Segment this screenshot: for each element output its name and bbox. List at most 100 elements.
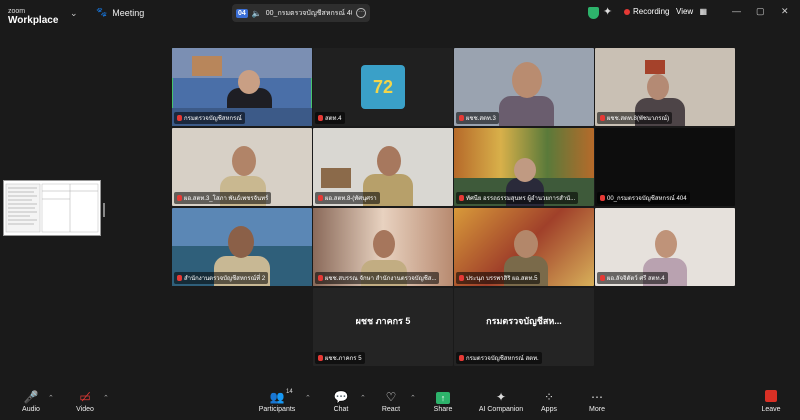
more-button[interactable]: ⋯ More bbox=[572, 390, 622, 413]
muted-mic-icon bbox=[318, 195, 323, 201]
video-tile[interactable]: 00_กรมตรวจบัญชีสหกรณ์ 404 bbox=[595, 128, 735, 206]
muted-mic-icon bbox=[177, 275, 182, 281]
participant-name: กรมตรวจบัญชีสหกรณ์ bbox=[174, 112, 245, 124]
react-label: React bbox=[381, 406, 401, 413]
participants-options-chevron-icon[interactable]: ⌃ bbox=[305, 394, 311, 402]
share-screen-icon: ↑ bbox=[436, 392, 450, 404]
participant-name: ผชช.สบรรณ จักษา สำนักงานตรวจบัญชีส... bbox=[315, 272, 440, 284]
apps-label: Apps bbox=[541, 406, 557, 413]
participant-name: ทัศนีย อรรถธรรมสุนทร ผู้อำนวยการสำนั... bbox=[456, 192, 579, 204]
video-tile-camera-off[interactable]: ผชช ภาคกร 5 ผชช.ภาคกร 5 bbox=[313, 288, 453, 366]
share-button[interactable]: ↑ Share bbox=[418, 390, 468, 413]
close-icon[interactable]: ✕ bbox=[781, 6, 789, 17]
muted-mic-icon bbox=[600, 275, 605, 281]
record-dot-icon bbox=[624, 8, 630, 15]
participant-name: กรมตรวจบัญชีสหกรณ์ สตท. bbox=[456, 352, 542, 364]
participant-name: ผชช.ภาคกร 5 bbox=[315, 352, 365, 364]
participant-name: ประนุภ บรรพาสิริ ผอ.สตท.5 bbox=[456, 272, 541, 284]
share-title: 00_กรมตรวจบัญชีสหกรณ์ 404's bbox=[265, 9, 353, 17]
heart-icon: ♡ bbox=[385, 390, 397, 404]
meeting-label: Meeting bbox=[112, 7, 145, 18]
video-tile[interactable]: ผชช.สบรรณ จักษา สำนักงานตรวจบัญชีส... bbox=[313, 208, 453, 286]
share-icon-wrap: ↑ bbox=[418, 390, 468, 404]
audio-label: Audio bbox=[22, 406, 40, 413]
muted-mic-icon bbox=[318, 275, 323, 281]
muted-mic-icon bbox=[459, 275, 464, 281]
participant-name: ผอ.สตท.3_โสภา พันธ์เพชรจันทร์ bbox=[174, 192, 272, 204]
video-tile[interactable]: ผอ.สตท.3_โสภา พันธ์เพชรจันทร์ bbox=[172, 128, 312, 206]
video-tile[interactable]: ผชช.สตท.3 bbox=[454, 48, 594, 126]
apps-icon: ⁘ bbox=[543, 390, 555, 404]
chat-options-chevron-icon[interactable]: ⌃ bbox=[360, 394, 366, 402]
view-grid-icon: ▦ bbox=[699, 7, 707, 16]
video-tile[interactable]: ผอ.ลัจจิตัตว์ ศรี สตท.4 bbox=[595, 208, 735, 286]
video-tile[interactable]: ประนุภ บรรพาสิริ ผอ.สตท.5 bbox=[454, 208, 594, 286]
security-shield-icon[interactable] bbox=[588, 7, 599, 19]
participant-name: ผชช.สตท.8(พัชนาภรณ์) bbox=[597, 112, 673, 124]
participant-name: สตท.4 bbox=[315, 112, 345, 124]
video-gallery: กรมตรวจบัญชีสหกรณ์ 72 สตท.4 ผชช.สตท.3 ผช… bbox=[172, 48, 736, 366]
participants-button[interactable]: 👥 14 Participants bbox=[252, 389, 302, 413]
ai-companion-button[interactable]: ✦ AI Companion bbox=[474, 390, 528, 413]
meeting-button[interactable]: 🐾 Meeting bbox=[96, 7, 144, 18]
org-logo: 72 bbox=[361, 65, 405, 109]
muted-mic-icon bbox=[459, 355, 464, 361]
video-tile[interactable]: กรมตรวจบัญชีสหกรณ์ bbox=[172, 48, 312, 126]
muted-mic-icon bbox=[177, 115, 182, 121]
participant-name: ผชช.สตท.3 bbox=[456, 112, 499, 124]
share-number-badge: 04 bbox=[236, 8, 248, 18]
leave-button[interactable]: Leave bbox=[746, 390, 796, 413]
participants-count: 14 bbox=[286, 389, 293, 395]
video-tile[interactable]: ผอ.สตท.8-(ทัศนุศรา bbox=[313, 128, 453, 206]
video-tile[interactable]: ผชช.สตท.8(พัชนาภรณ์) bbox=[595, 48, 735, 126]
leave-icon bbox=[765, 390, 777, 402]
react-button[interactable]: ♡ React bbox=[366, 390, 416, 413]
muted-mic-icon bbox=[318, 115, 323, 121]
video-tile[interactable]: ทัศนีย อรรถธรรมสุนทร ผู้อำนวยการสำนั... bbox=[454, 128, 594, 206]
ai-companion-sparkle-icon: ✦ bbox=[495, 390, 507, 404]
ai-sparkle-icon[interactable]: ✦ bbox=[603, 5, 612, 18]
muted-mic-icon bbox=[600, 195, 605, 201]
meeting-controls-bar: 🎤 Audio ⌃ ▭̸ Video ⌃ 👥 14 Participants ⌃… bbox=[0, 388, 800, 420]
more-label: More bbox=[589, 406, 605, 413]
chevron-down-icon[interactable]: ⌄ bbox=[70, 8, 78, 19]
video-tile-camera-off[interactable]: กรมตรวจบัญชีสห... กรมตรวจบัญชีสหกรณ์ สตท… bbox=[454, 288, 594, 366]
recording-label: Recording bbox=[633, 7, 670, 16]
more-ellipsis-icon: ⋯ bbox=[591, 390, 603, 404]
maximize-icon[interactable]: ▢ bbox=[756, 6, 765, 17]
audio-options-chevron-icon[interactable]: ⌃ bbox=[48, 394, 54, 402]
participant-name: ผอ.สตท.8-(ทัศนุศรา bbox=[315, 192, 380, 204]
participant-name: ผอ.ลัจจิตัตว์ ศรี สตท.4 bbox=[597, 272, 668, 284]
participant-name: สำนักงานตรวจบัญชีสหกรณ์ที่ 2 bbox=[174, 272, 269, 284]
share-label: Share bbox=[433, 406, 453, 413]
chat-button[interactable]: 💬 Chat bbox=[316, 390, 366, 413]
leave-label: Leave bbox=[761, 406, 781, 413]
active-share-pill[interactable]: 04 🔈 00_กรมตรวจบัญชีสหกรณ์ 404's ··· bbox=[232, 4, 370, 22]
muted-mic-icon bbox=[459, 115, 464, 121]
chat-bubble-icon: 💬 bbox=[333, 390, 349, 404]
video-options-chevron-icon[interactable]: ⌃ bbox=[103, 394, 109, 402]
top-bar: zoom Workplace ⌄ 🐾 Meeting 04 🔈 00_กรมตร… bbox=[0, 0, 800, 26]
participant-display-name: ผชช ภาคกร 5 bbox=[355, 316, 411, 326]
video-tile[interactable]: 72 สตท.4 bbox=[313, 48, 453, 126]
participant-display-name: กรมตรวจบัญชีสห... bbox=[486, 316, 562, 326]
document-preview bbox=[5, 183, 99, 233]
video-label: Video bbox=[76, 406, 94, 413]
minimize-icon[interactable]: — bbox=[732, 6, 741, 16]
muted-mic-icon bbox=[600, 115, 605, 121]
speaker-icon[interactable]: 🔈 bbox=[252, 9, 262, 18]
shared-document-thumbnail[interactable] bbox=[3, 180, 101, 236]
muted-mic-icon bbox=[177, 195, 182, 201]
ai-companion-label: AI Companion bbox=[478, 406, 524, 413]
more-options-icon[interactable]: ··· bbox=[356, 8, 366, 18]
participants-icon: 👥 bbox=[269, 390, 285, 404]
video-tile[interactable]: สำนักงานตรวจบัญชีสหกรณ์ที่ 2 bbox=[172, 208, 312, 286]
participants-label: Participants bbox=[258, 406, 296, 413]
react-options-chevron-icon[interactable]: ⌃ bbox=[410, 394, 416, 402]
chat-label: Chat bbox=[333, 406, 349, 413]
recording-indicator[interactable]: Recording bbox=[624, 7, 669, 16]
view-button[interactable]: View ▦ bbox=[676, 7, 707, 16]
panel-resize-handle[interactable] bbox=[103, 203, 105, 217]
apps-button[interactable]: ⁘ Apps bbox=[524, 390, 574, 413]
participant-name: 00_กรมตรวจบัญชีสหกรณ์ 404 bbox=[597, 192, 690, 204]
